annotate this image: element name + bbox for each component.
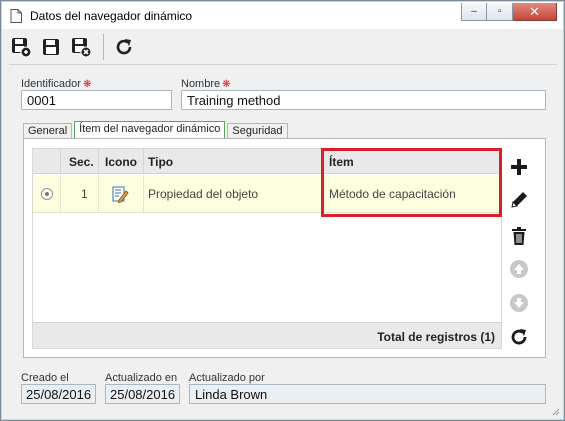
toolbar bbox=[9, 31, 549, 63]
created-field: 25/08/2016 bbox=[21, 384, 96, 404]
move-up-icon bbox=[510, 260, 528, 278]
refresh-button[interactable] bbox=[112, 35, 136, 59]
edit-icon bbox=[511, 192, 527, 208]
close-icon: ✕ bbox=[529, 3, 540, 19]
delete-icon bbox=[512, 227, 526, 245]
name-field[interactable]: Training method bbox=[181, 90, 546, 110]
tab-dynamic-navigator-item[interactable]: Ítem del navegador dinámico bbox=[74, 121, 226, 139]
save-icon bbox=[43, 39, 59, 55]
save-new-icon bbox=[12, 38, 32, 58]
window-title: Datos del navegador dinámico bbox=[30, 9, 193, 23]
save-close-button[interactable] bbox=[69, 35, 93, 59]
total-records: Total de registros (1) bbox=[377, 330, 495, 344]
resize-grip-icon[interactable] bbox=[550, 406, 560, 416]
edit-document-icon bbox=[112, 186, 129, 203]
identifier-label: Identificador ❋ bbox=[21, 78, 92, 90]
edit-button[interactable] bbox=[508, 189, 530, 211]
title-bar: Datos del navegador dinámico – ▫ ✕ bbox=[2, 2, 563, 29]
move-up-button[interactable] bbox=[508, 258, 530, 280]
window-controls: – ▫ ✕ bbox=[461, 3, 557, 21]
document-icon bbox=[10, 9, 22, 23]
delete-button[interactable] bbox=[508, 225, 530, 247]
identifier-field[interactable]: 0001 bbox=[21, 90, 172, 110]
updated-field: 25/08/2016 bbox=[105, 384, 180, 404]
column-header-seq[interactable]: Sec. bbox=[69, 155, 94, 169]
grid-footer: Total de registros (1) bbox=[33, 322, 501, 348]
column-header-icon[interactable]: Icono bbox=[105, 155, 137, 169]
refresh-grid-button[interactable] bbox=[508, 326, 530, 348]
minimize-icon: – bbox=[471, 6, 477, 17]
row-item: Método de capacitación bbox=[329, 187, 456, 201]
maximize-button[interactable]: ▫ bbox=[487, 3, 513, 21]
column-header-item[interactable]: Ítem bbox=[329, 155, 354, 169]
tab-bar: General Ítem del navegador dinámico Segu… bbox=[23, 121, 290, 139]
refresh-icon bbox=[116, 39, 132, 55]
move-down-button[interactable] bbox=[508, 292, 530, 314]
grid-header: Sec. Icono Tipo Ítem bbox=[33, 149, 501, 174]
toolbar-divider bbox=[9, 64, 557, 65]
save-close-icon bbox=[72, 38, 92, 58]
dialog-window: Datos del navegador dinámico – ▫ ✕ Ident… bbox=[0, 0, 565, 421]
add-icon bbox=[511, 159, 527, 175]
close-button[interactable]: ✕ bbox=[513, 3, 557, 21]
maximize-icon: ▫ bbox=[497, 6, 502, 17]
created-label: Creado el bbox=[21, 372, 69, 384]
refresh-icon bbox=[511, 329, 527, 345]
table-row[interactable]: 1 Propiedad del objeto Método de capacit… bbox=[33, 175, 501, 213]
tab-general[interactable]: General bbox=[23, 123, 73, 139]
minimize-button[interactable]: – bbox=[461, 3, 487, 21]
updated-by-label: Actualizado por bbox=[189, 372, 265, 384]
required-icon: ❋ bbox=[222, 79, 231, 90]
required-icon: ❋ bbox=[82, 79, 92, 90]
column-header-type[interactable]: Tipo bbox=[148, 155, 173, 169]
name-label: Nombre ❋ bbox=[181, 78, 231, 90]
updated-by-field: Linda Brown bbox=[189, 384, 546, 404]
items-grid: Sec. Icono Tipo Ítem 1 Propiedad del obj… bbox=[32, 148, 502, 349]
tab-security[interactable]: Seguridad bbox=[227, 123, 288, 139]
save-new-button[interactable] bbox=[9, 35, 33, 59]
row-select-radio[interactable] bbox=[41, 188, 53, 200]
updated-label: Actualizado en bbox=[105, 372, 178, 384]
row-seq: 1 bbox=[81, 187, 88, 201]
move-down-icon bbox=[510, 294, 528, 312]
toolbar-separator bbox=[103, 34, 104, 60]
save-button[interactable] bbox=[39, 35, 63, 59]
add-button[interactable] bbox=[508, 156, 530, 178]
row-type: Propiedad del objeto bbox=[148, 187, 259, 201]
